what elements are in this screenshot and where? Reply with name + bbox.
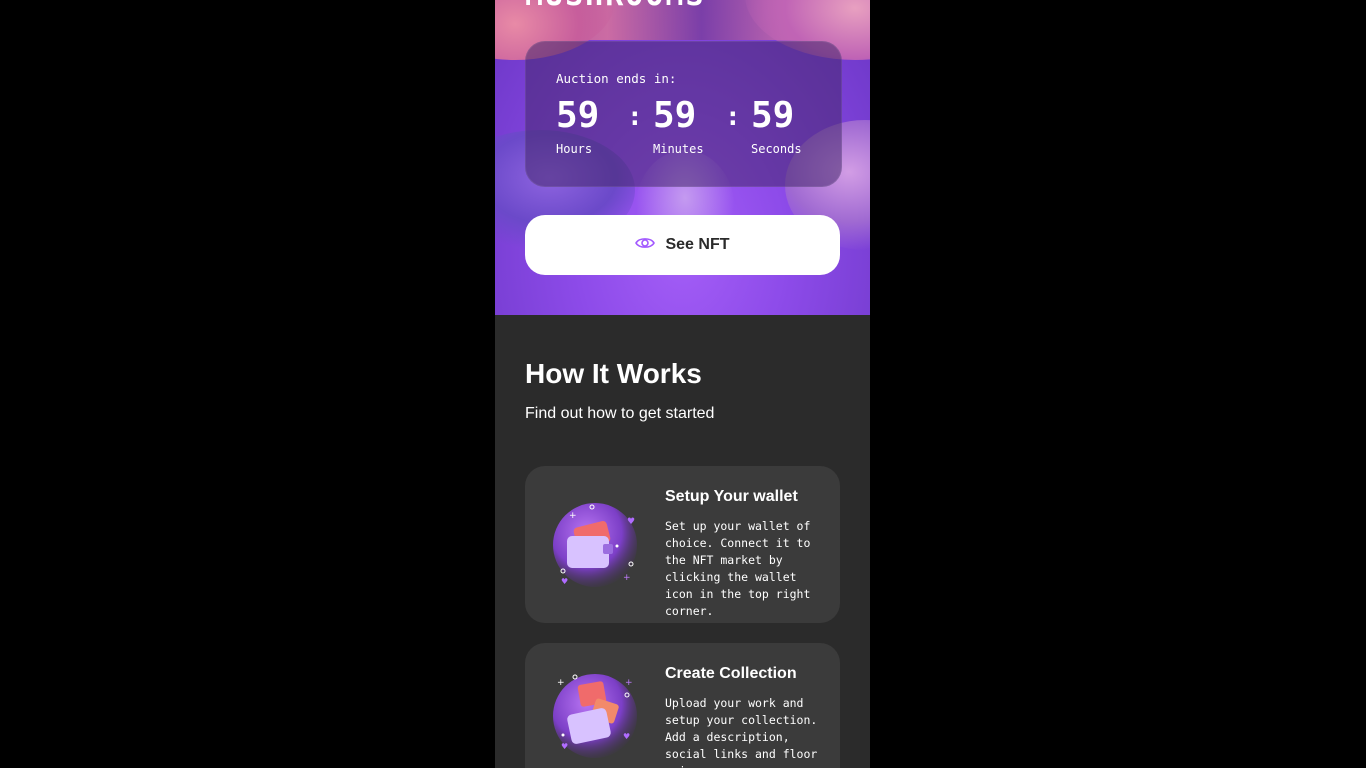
hero-section: MUSHROOMS Auction ends in: 59 Hours : 59…: [495, 0, 870, 315]
step-description: Upload your work and setup your collecti…: [665, 696, 818, 768]
seconds-label: Seconds: [751, 142, 802, 156]
timer-hours: 59 Hours: [556, 95, 600, 157]
svg-text:♥: ♥: [561, 577, 568, 586]
seconds-value: 59: [751, 95, 795, 136]
see-nft-label: See NFT: [665, 236, 730, 253]
step-title: Create Collection: [665, 665, 797, 682]
svg-text:♥: ♥: [627, 517, 635, 527]
svg-text:+: +: [623, 573, 631, 583]
minutes-value: 59: [653, 95, 697, 136]
timer-separator: :: [725, 102, 741, 132]
step-description: Set up your wallet of choice. Connect it…: [665, 519, 811, 618]
auction-timer: Auction ends in: 59 Hours : 59 Minutes :…: [525, 41, 842, 187]
step-card-collection: + + ♥ ♥ Create Collection Upload your wo…: [525, 643, 840, 768]
collection-illustration: + + ♥ ♥: [553, 669, 643, 759]
hours-label: Hours: [556, 142, 593, 156]
how-it-works-title: How It Works: [525, 358, 702, 389]
timer-minutes: 59 Minutes: [653, 95, 704, 157]
see-nft-button[interactable]: See NFT: [525, 215, 840, 275]
svg-text:+: +: [625, 678, 633, 688]
svg-text:+: +: [557, 678, 565, 688]
minutes-label: Minutes: [653, 142, 704, 156]
timer-seconds: 59 Seconds: [751, 95, 802, 157]
step-title: Setup Your wallet: [665, 488, 798, 505]
mobile-page: MUSHROOMS Auction ends in: 59 Hours : 59…: [495, 0, 870, 768]
step-card-wallet: + + ♥ ♥ Setup Your wallet Set up your wa…: [525, 466, 840, 623]
hours-value: 59: [556, 95, 600, 136]
auction-label: Auction ends in:: [556, 71, 677, 86]
timer-separator: :: [627, 102, 643, 132]
how-it-works-subtitle: Find out how to get started: [525, 405, 715, 422]
svg-text:♥: ♥: [623, 732, 630, 741]
svg-text:♥: ♥: [561, 742, 568, 751]
eye-icon: [635, 236, 656, 255]
wallet-illustration: + + ♥ ♥: [553, 498, 643, 588]
hero-title: MUSHROOMS: [525, 0, 706, 13]
svg-text:+: +: [569, 511, 577, 521]
